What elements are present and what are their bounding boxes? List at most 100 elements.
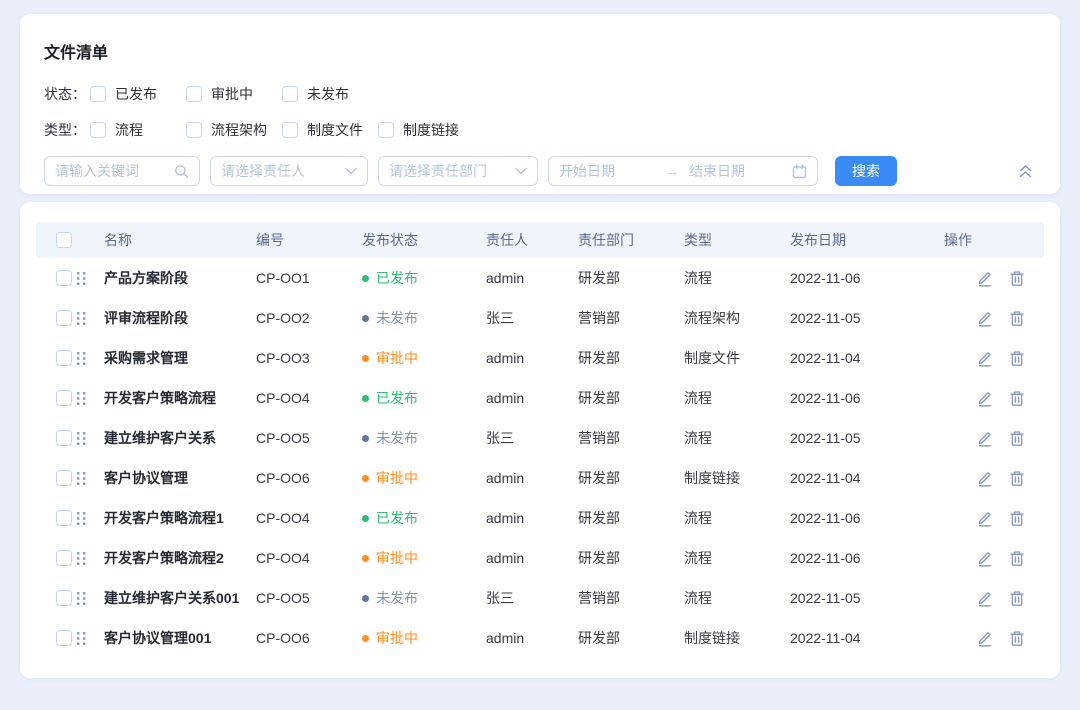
checkbox-approving[interactable] bbox=[186, 86, 202, 102]
row-name: 建立维护客户关系 bbox=[100, 428, 252, 448]
edit-icon[interactable] bbox=[976, 509, 993, 527]
row-dept: 营销部 bbox=[574, 428, 680, 448]
status-text: 已发布 bbox=[376, 268, 418, 288]
checkbox-architecture[interactable] bbox=[186, 122, 202, 138]
drag-handle-icon[interactable] bbox=[76, 511, 87, 526]
search-button[interactable]: 搜索 bbox=[835, 156, 897, 186]
row-dept: 研发部 bbox=[574, 628, 680, 648]
row-date: 2022-11-06 bbox=[786, 270, 936, 286]
row-checkbox[interactable] bbox=[56, 630, 72, 646]
row-checkbox[interactable] bbox=[56, 270, 72, 286]
edit-icon[interactable] bbox=[976, 469, 993, 487]
drag-handle-icon[interactable] bbox=[76, 311, 87, 326]
type-filter-row: 类型： 流程 流程架构 制度文件 制度链接 bbox=[44, 121, 1036, 139]
row-date: 2022-11-04 bbox=[786, 470, 936, 486]
search-row: 请输入关键词 请选择责任人 请选择责任部门 开始日期 → 结束日期 搜索 bbox=[44, 156, 1036, 186]
row-owner: admin bbox=[482, 510, 574, 526]
delete-icon[interactable] bbox=[1009, 590, 1025, 607]
row-date: 2022-11-04 bbox=[786, 350, 936, 366]
edit-icon[interactable] bbox=[976, 549, 993, 567]
row-checkbox[interactable] bbox=[56, 550, 72, 566]
row-name: 客户协议管理001 bbox=[100, 628, 252, 648]
edit-icon[interactable] bbox=[976, 629, 993, 647]
delete-icon[interactable] bbox=[1009, 270, 1025, 287]
row-type: 流程 bbox=[680, 548, 786, 568]
status-option-unpublished[interactable]: 未发布 bbox=[282, 84, 378, 104]
status-filter-label: 状态： bbox=[44, 84, 90, 104]
edit-icon[interactable] bbox=[976, 389, 993, 407]
status-text: 已发布 bbox=[376, 508, 418, 528]
type-option-regulation-file[interactable]: 制度文件 bbox=[282, 120, 378, 140]
delete-icon[interactable] bbox=[1009, 630, 1025, 647]
row-code: CP-OO5 bbox=[252, 430, 358, 446]
drag-handle-icon[interactable] bbox=[76, 431, 87, 446]
row-name: 建立维护客户关系001 bbox=[100, 588, 252, 608]
row-checkbox[interactable] bbox=[56, 310, 72, 326]
edit-icon[interactable] bbox=[976, 589, 993, 607]
checkbox-label: 制度文件 bbox=[307, 120, 363, 140]
delete-icon[interactable] bbox=[1009, 430, 1025, 447]
drag-handle-icon[interactable] bbox=[76, 471, 87, 486]
chevron-down-icon bbox=[515, 167, 527, 175]
row-date: 2022-11-06 bbox=[786, 510, 936, 526]
checkbox-regulation-file[interactable] bbox=[282, 122, 298, 138]
drag-handle-icon[interactable] bbox=[76, 391, 87, 406]
type-option-process[interactable]: 流程 bbox=[90, 120, 186, 140]
row-checkbox[interactable] bbox=[56, 510, 72, 526]
column-header-owner: 责任人 bbox=[482, 230, 574, 250]
status-dot-icon bbox=[362, 515, 369, 522]
table-row: 建立维护客户关系001 CP-OO5 未发布 张三 营销部 流程 2022-11… bbox=[36, 578, 1044, 618]
type-option-architecture[interactable]: 流程架构 bbox=[186, 120, 282, 140]
page-title: 文件清单 bbox=[44, 14, 1036, 63]
edit-icon[interactable] bbox=[976, 349, 993, 367]
owner-select[interactable]: 请选择责任人 bbox=[210, 156, 368, 186]
row-checkbox[interactable] bbox=[56, 590, 72, 606]
keyword-input[interactable]: 请输入关键词 bbox=[44, 156, 200, 186]
delete-icon[interactable] bbox=[1009, 550, 1025, 567]
edit-icon[interactable] bbox=[976, 309, 993, 327]
row-code: CP-OO3 bbox=[252, 350, 358, 366]
drag-handle-icon[interactable] bbox=[76, 351, 87, 366]
drag-handle-icon[interactable] bbox=[76, 631, 87, 646]
delete-icon[interactable] bbox=[1009, 390, 1025, 407]
table-row: 开发客户策略流程2 CP-OO4 审批中 admin 研发部 流程 2022-1… bbox=[36, 538, 1044, 578]
edit-icon[interactable] bbox=[976, 269, 993, 287]
row-owner: admin bbox=[482, 350, 574, 366]
checkbox-regulation-link[interactable] bbox=[378, 122, 394, 138]
row-checkbox[interactable] bbox=[56, 350, 72, 366]
delete-icon[interactable] bbox=[1009, 350, 1025, 367]
dept-placeholder: 请选择责任部门 bbox=[389, 161, 487, 181]
checkbox-unpublished[interactable] bbox=[282, 86, 298, 102]
status-text: 已发布 bbox=[376, 388, 418, 408]
status-option-published[interactable]: 已发布 bbox=[90, 84, 186, 104]
row-checkbox[interactable] bbox=[56, 470, 72, 486]
drag-handle-icon[interactable] bbox=[76, 551, 87, 566]
status-badge: 已发布 bbox=[358, 268, 482, 288]
type-option-regulation-link[interactable]: 制度链接 bbox=[378, 120, 474, 140]
status-badge: 审批中 bbox=[358, 468, 482, 488]
delete-icon[interactable] bbox=[1009, 310, 1025, 327]
drag-handle-icon[interactable] bbox=[76, 271, 87, 286]
row-code: CP-OO4 bbox=[252, 390, 358, 406]
status-dot-icon bbox=[362, 435, 369, 442]
status-badge: 未发布 bbox=[358, 308, 482, 328]
row-checkbox[interactable] bbox=[56, 390, 72, 406]
table-row: 开发客户策略流程 CP-OO4 已发布 admin 研发部 流程 2022-11… bbox=[36, 378, 1044, 418]
edit-icon[interactable] bbox=[976, 429, 993, 447]
collapse-filters-control[interactable] bbox=[1017, 164, 1034, 179]
status-text: 未发布 bbox=[376, 428, 418, 448]
date-range-input[interactable]: 开始日期 → 结束日期 bbox=[548, 156, 818, 186]
checkbox-process[interactable] bbox=[90, 122, 106, 138]
column-header-status: 发布状态 bbox=[358, 230, 482, 250]
status-dot-icon bbox=[362, 635, 369, 642]
dept-select[interactable]: 请选择责任部门 bbox=[378, 156, 538, 186]
delete-icon[interactable] bbox=[1009, 470, 1025, 487]
select-all-checkbox[interactable] bbox=[56, 232, 72, 248]
row-checkbox[interactable] bbox=[56, 430, 72, 446]
status-option-approving[interactable]: 审批中 bbox=[186, 84, 282, 104]
delete-icon[interactable] bbox=[1009, 510, 1025, 527]
row-owner: 张三 bbox=[482, 588, 574, 608]
row-dept: 研发部 bbox=[574, 268, 680, 288]
drag-handle-icon[interactable] bbox=[76, 591, 87, 606]
checkbox-published[interactable] bbox=[90, 86, 106, 102]
